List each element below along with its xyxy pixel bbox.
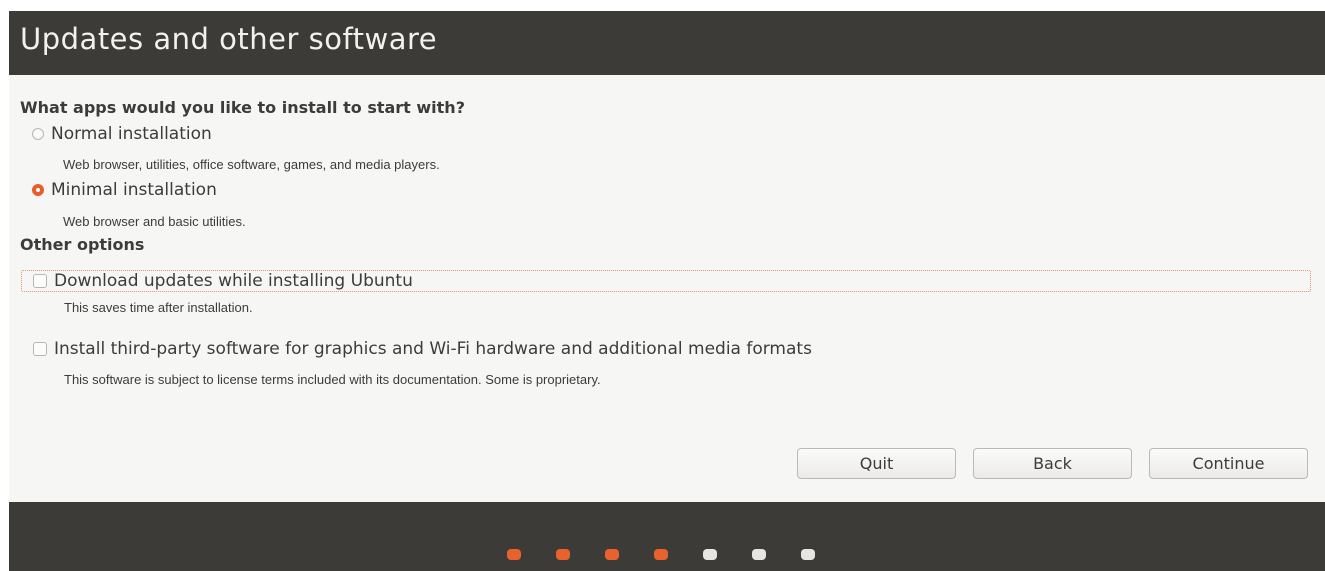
back-button[interactable]: Back: [973, 448, 1132, 479]
minimal-installation-radio[interactable]: Minimal installation: [32, 180, 217, 200]
progress-dot-complete: [605, 549, 619, 560]
progress-dot-complete: [556, 549, 570, 560]
progress-dot-pending: [801, 549, 815, 560]
minimal-installation-description: Web browser and basic utilities.: [63, 214, 246, 229]
page-title: Updates and other software: [20, 22, 438, 56]
download-updates-description: This saves time after installation.: [64, 300, 253, 315]
progress-dot-complete: [654, 549, 668, 560]
checkbox-unchecked-icon[interactable]: [33, 342, 47, 356]
header-bar: Updates and other software: [9, 11, 1325, 75]
minimal-installation-label: Minimal installation: [51, 180, 217, 200]
installer-window: Updates and other software What apps wou…: [9, 11, 1325, 571]
normal-installation-radio[interactable]: Normal installation: [32, 124, 212, 144]
progress-dot-pending: [703, 549, 717, 560]
normal-installation-description: Web browser, utilities, office software,…: [63, 157, 440, 172]
continue-button[interactable]: Continue: [1149, 448, 1308, 479]
progress-dot-complete: [507, 549, 521, 560]
third-party-software-label: Install third-party software for graphic…: [54, 339, 812, 359]
progress-dot-pending: [752, 549, 766, 560]
quit-button[interactable]: Quit: [797, 448, 956, 479]
normal-installation-label: Normal installation: [51, 124, 212, 144]
radio-checked-icon[interactable]: [32, 184, 44, 196]
checkbox-unchecked-icon[interactable]: [33, 274, 47, 288]
radio-unchecked-icon[interactable]: [32, 128, 44, 140]
third-party-software-checkbox[interactable]: Install third-party software for graphic…: [33, 339, 812, 359]
footer-bar: [9, 502, 1325, 571]
other-options-heading: Other options: [20, 235, 145, 254]
third-party-software-description: This software is subject to license term…: [64, 372, 601, 387]
apps-section-heading: What apps would you like to install to s…: [20, 98, 465, 117]
download-updates-checkbox[interactable]: Download updates while installing Ubuntu: [33, 271, 413, 291]
download-updates-label: Download updates while installing Ubuntu: [54, 271, 413, 291]
